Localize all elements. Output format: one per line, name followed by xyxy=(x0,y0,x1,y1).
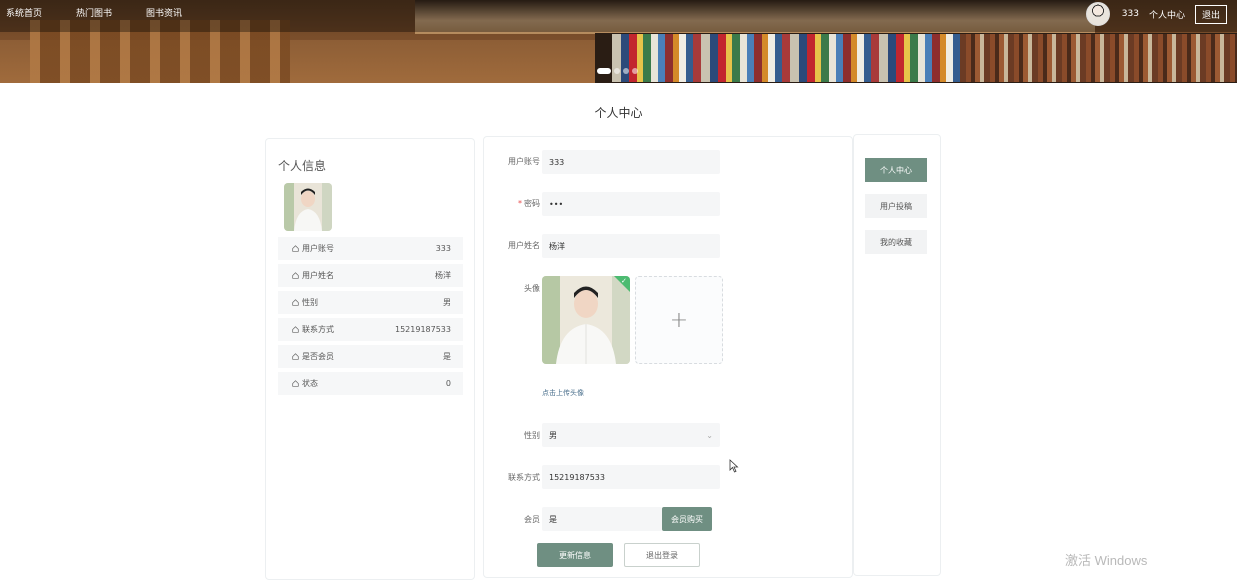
gender-label: 性别 xyxy=(524,431,540,440)
home-icon xyxy=(292,326,299,333)
info-row-gender: 性别 男 xyxy=(278,291,463,314)
info-row-account: 用户账号 333 xyxy=(278,237,463,260)
user-center-link[interactable]: 个人中心 xyxy=(1149,8,1185,21)
side-item-personal-center[interactable]: 个人中心 xyxy=(865,158,927,182)
password-label-text: 密码 xyxy=(524,199,540,208)
name-label: 用户姓名 xyxy=(508,241,540,250)
carousel-dot[interactable] xyxy=(623,68,629,74)
carousel-dot[interactable] xyxy=(632,68,638,74)
info-row-phone: 联系方式 15219187533 xyxy=(278,318,463,341)
avatar-label: 头像 xyxy=(524,284,540,293)
side-menu: 个人中心 用户投稿 我的收藏 xyxy=(853,134,941,576)
upload-success-check-icon: ✓ xyxy=(614,276,630,292)
info-label: 性别 xyxy=(302,298,318,307)
info-label: 联系方式 xyxy=(302,325,334,334)
uploaded-avatar-image[interactable]: ✓ xyxy=(542,276,630,364)
password-label: * 密码 xyxy=(484,198,540,209)
info-avatar-image xyxy=(284,183,332,231)
page-title: 个人中心 xyxy=(594,106,643,120)
banner-image-books-right xyxy=(960,34,1237,82)
logout-top-button[interactable]: 退出 xyxy=(1194,4,1227,24)
avatar[interactable] xyxy=(1085,2,1110,26)
info-row-name: 用户姓名 杨洋 xyxy=(278,264,463,287)
member-input[interactable]: 是 xyxy=(542,507,662,531)
upload-tip: 点击上传头像 xyxy=(542,389,584,397)
home-icon xyxy=(292,353,299,360)
mouse-cursor-icon xyxy=(729,459,739,473)
info-value: 0 xyxy=(445,379,451,388)
info-value: 男 xyxy=(443,298,451,307)
info-row-member: 是否会员 是 xyxy=(278,345,463,368)
logout-button[interactable]: 退出登录 xyxy=(624,543,700,567)
home-icon xyxy=(292,272,299,279)
account-input[interactable]: 333 xyxy=(542,150,720,174)
carousel-dot[interactable] xyxy=(614,68,620,74)
side-item-user-submissions[interactable]: 用户投稿 xyxy=(865,194,927,218)
member-purchase-button[interactable]: 会员购买 xyxy=(662,507,712,531)
phone-label: 联系方式 xyxy=(508,473,540,482)
windows-activation-watermark: 激活 Windows xyxy=(1065,553,1148,568)
info-heading: 个人信息 xyxy=(278,159,327,173)
home-icon xyxy=(292,380,299,387)
carousel-indicators xyxy=(597,68,638,74)
header-banner: 系统首页 热门图书 图书资讯 333 个人中心 退出 xyxy=(0,0,1237,83)
profile-form-card: 用户账号 333 * 密码 ••• 用户姓名 杨洋 头像 ✓ + 点击上传头像 性… xyxy=(483,136,853,578)
nav-home[interactable]: 系统首页 xyxy=(6,0,42,28)
upload-add-button[interactable]: + xyxy=(635,276,723,364)
member-label: 会员 xyxy=(524,515,540,524)
info-list: 用户账号 333 用户姓名 杨洋 性别 男 联系方式 15219187533 是… xyxy=(278,237,463,399)
account-label: 用户账号 xyxy=(508,157,540,166)
phone-input[interactable]: 15219187533 xyxy=(542,465,720,489)
info-label: 是否会员 xyxy=(302,352,334,361)
user-area: 333 个人中心 退出 xyxy=(1085,2,1227,26)
nav-book-news[interactable]: 图书资讯 xyxy=(146,0,182,28)
home-icon xyxy=(292,245,299,252)
name-input[interactable]: 杨洋 xyxy=(542,234,720,258)
home-icon xyxy=(292,299,299,306)
info-row-status: 状态 0 xyxy=(278,372,463,395)
required-mark: * xyxy=(518,199,522,208)
info-label: 用户姓名 xyxy=(302,271,334,280)
user-name: 333 xyxy=(1121,9,1139,19)
chevron-down-icon: ⌄ xyxy=(706,431,713,440)
top-nav: 系统首页 热门图书 图书资讯 xyxy=(0,0,210,28)
info-value: 杨洋 xyxy=(435,271,451,280)
gender-select-value: 男 xyxy=(549,430,557,440)
personal-info-card: 个人信息 用户账号 333 用户姓名 杨洋 性别 男 联系方式 15219187… xyxy=(265,138,475,580)
info-value: 15219187533 xyxy=(395,325,451,334)
password-input[interactable]: ••• xyxy=(542,192,720,216)
update-info-button[interactable]: 更新信息 xyxy=(537,543,613,567)
side-item-my-favorites[interactable]: 我的收藏 xyxy=(865,230,927,254)
info-value: 333 xyxy=(435,244,451,253)
gender-select[interactable]: 男 ⌄ xyxy=(542,423,720,447)
info-label: 状态 xyxy=(302,379,318,388)
carousel-dot-active[interactable] xyxy=(597,68,611,74)
info-label: 用户账号 xyxy=(302,244,334,253)
nav-hot-books[interactable]: 热门图书 xyxy=(76,0,112,28)
info-value: 是 xyxy=(443,352,451,361)
